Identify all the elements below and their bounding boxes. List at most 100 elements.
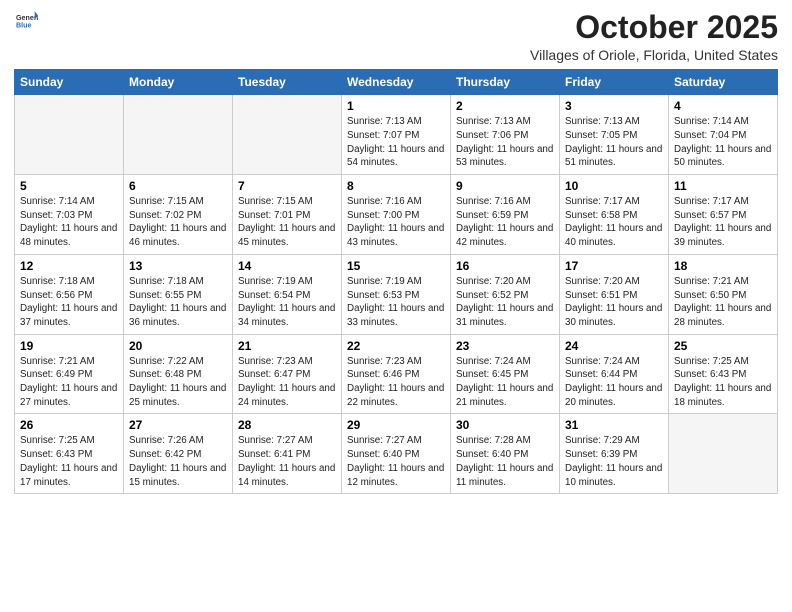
calendar-cell-w3d1: 20 Sunrise: 7:22 AMSunset: 6:48 PMDayligh… xyxy=(124,334,233,414)
calendar-cell-w1d2: 7 Sunrise: 7:15 AMSunset: 7:01 PMDaylight… xyxy=(233,175,342,255)
day-info: Sunrise: 7:24 AMSunset: 6:45 PMDaylight:… xyxy=(456,355,554,410)
day-number: 11 xyxy=(674,179,772,193)
day-info: Sunrise: 7:14 AMSunset: 7:03 PMDaylight:… xyxy=(20,195,118,250)
calendar-cell-w3d0: 19 Sunrise: 7:21 AMSunset: 6:49 PMDayligh… xyxy=(15,334,124,414)
calendar-week-row-4: 26 Sunrise: 7:25 AMSunset: 6:43 PMDayligh… xyxy=(15,414,778,494)
calendar-cell-w4d2: 28 Sunrise: 7:27 AMSunset: 6:41 PMDayligh… xyxy=(233,414,342,494)
calendar-cell-w0d4: 2 Sunrise: 7:13 AMSunset: 7:06 PMDaylight… xyxy=(451,95,560,175)
calendar-week-row-0: 1Sunrise: 7:13 AMSunset: 7:07 PMDaylight… xyxy=(15,95,778,175)
calendar-cell-w4d5: 31 Sunrise: 7:29 AMSunset: 6:39 PMDayligh… xyxy=(560,414,669,494)
calendar-cell-w2d5: 17 Sunrise: 7:20 AMSunset: 6:51 PMDayligh… xyxy=(560,254,669,334)
day-number: 28 xyxy=(238,418,336,432)
day-number: 23 xyxy=(456,339,554,353)
day-info: Sunrise: 7:20 AMSunset: 6:52 PMDaylight:… xyxy=(456,275,554,330)
day-number: 19 xyxy=(20,339,118,353)
day-info: Sunrise: 7:15 AMSunset: 7:02 PMDaylight:… xyxy=(129,195,227,250)
day-info: Sunrise: 7:25 AMSunset: 6:43 PMDaylight:… xyxy=(674,355,772,410)
day-number: 21 xyxy=(238,339,336,353)
day-number: 17 xyxy=(565,259,663,273)
day-number: 5 xyxy=(20,179,118,193)
calendar-cell-w1d5: 10 Sunrise: 7:17 AMSunset: 6:58 PMDayligh… xyxy=(560,175,669,255)
page-container: General Blue October 2025 Villages of Or… xyxy=(0,0,792,502)
header-wednesday: Wednesday xyxy=(342,70,451,95)
day-info: Sunrise: 7:27 AMSunset: 6:40 PMDaylight:… xyxy=(347,434,445,489)
calendar-cell-w3d2: 21Sunrise: 7:23 AMSunset: 6:47 PMDayligh… xyxy=(233,334,342,414)
day-info: Sunrise: 7:27 AMSunset: 6:41 PMDaylight:… xyxy=(238,434,336,489)
day-info: Sunrise: 7:26 AMSunset: 6:42 PMDaylight:… xyxy=(129,434,227,489)
calendar-cell-w1d3: 8 Sunrise: 7:16 AMSunset: 7:00 PMDaylight… xyxy=(342,175,451,255)
calendar-cell-w1d1: 6 Sunrise: 7:15 AMSunset: 7:02 PMDaylight… xyxy=(124,175,233,255)
calendar-cell-w1d0: 5 Sunrise: 7:14 AMSunset: 7:03 PMDaylight… xyxy=(15,175,124,255)
location-title: Villages of Oriole, Florida, United Stat… xyxy=(530,47,778,63)
day-info: Sunrise: 7:16 AMSunset: 7:00 PMDaylight:… xyxy=(347,195,445,250)
calendar-cell-w2d1: 13 Sunrise: 7:18 AMSunset: 6:55 PMDayligh… xyxy=(124,254,233,334)
calendar-week-row-3: 19 Sunrise: 7:21 AMSunset: 6:49 PMDayligh… xyxy=(15,334,778,414)
header: General Blue October 2025 Villages of Or… xyxy=(14,10,778,63)
day-number: 6 xyxy=(129,179,227,193)
day-info: Sunrise: 7:20 AMSunset: 6:51 PMDaylight:… xyxy=(565,275,663,330)
day-info: Sunrise: 7:29 AMSunset: 6:39 PMDaylight:… xyxy=(565,434,663,489)
day-number: 24 xyxy=(565,339,663,353)
header-friday: Friday xyxy=(560,70,669,95)
calendar-week-row-2: 12Sunrise: 7:18 AMSunset: 6:56 PMDayligh… xyxy=(15,254,778,334)
day-number: 16 xyxy=(456,259,554,273)
calendar-cell-w2d0: 12Sunrise: 7:18 AMSunset: 6:56 PMDayligh… xyxy=(15,254,124,334)
day-number: 2 xyxy=(456,99,554,113)
month-title: October 2025 xyxy=(530,10,778,45)
header-thursday: Thursday xyxy=(451,70,560,95)
day-info: Sunrise: 7:17 AMSunset: 6:58 PMDaylight:… xyxy=(565,195,663,250)
day-number: 13 xyxy=(129,259,227,273)
day-number: 27 xyxy=(129,418,227,432)
calendar-cell-w4d3: 29Sunrise: 7:27 AMSunset: 6:40 PMDayligh… xyxy=(342,414,451,494)
calendar-cell-w0d6: 4Sunrise: 7:14 AMSunset: 7:04 PMDaylight… xyxy=(669,95,778,175)
day-number: 15 xyxy=(347,259,445,273)
calendar-week-row-1: 5 Sunrise: 7:14 AMSunset: 7:03 PMDaylight… xyxy=(15,175,778,255)
calendar-cell-w3d4: 23 Sunrise: 7:24 AMSunset: 6:45 PMDayligh… xyxy=(451,334,560,414)
day-info: Sunrise: 7:13 AMSunset: 7:07 PMDaylight:… xyxy=(347,115,445,170)
calendar-cell-w2d2: 14Sunrise: 7:19 AMSunset: 6:54 PMDayligh… xyxy=(233,254,342,334)
day-info: Sunrise: 7:25 AMSunset: 6:43 PMDaylight:… xyxy=(20,434,118,489)
logo: General Blue xyxy=(14,10,38,37)
day-number: 9 xyxy=(456,179,554,193)
day-number: 7 xyxy=(238,179,336,193)
day-number: 25 xyxy=(674,339,772,353)
day-info: Sunrise: 7:22 AMSunset: 6:48 PMDaylight:… xyxy=(129,355,227,410)
day-info: Sunrise: 7:16 AMSunset: 6:59 PMDaylight:… xyxy=(456,195,554,250)
day-info: Sunrise: 7:13 AMSunset: 7:06 PMDaylight:… xyxy=(456,115,554,170)
header-tuesday: Tuesday xyxy=(233,70,342,95)
title-block: October 2025 Villages of Oriole, Florida… xyxy=(530,10,778,63)
header-monday: Monday xyxy=(124,70,233,95)
calendar-cell-w2d4: 16 Sunrise: 7:20 AMSunset: 6:52 PMDayligh… xyxy=(451,254,560,334)
calendar-cell-w0d1 xyxy=(124,95,233,175)
calendar-table: Sunday Monday Tuesday Wednesday Thursday… xyxy=(14,69,778,494)
calendar-cell-w0d5: 3 Sunrise: 7:13 AMSunset: 7:05 PMDaylight… xyxy=(560,95,669,175)
day-info: Sunrise: 7:13 AMSunset: 7:05 PMDaylight:… xyxy=(565,115,663,170)
calendar-cell-w3d6: 25 Sunrise: 7:25 AMSunset: 6:43 PMDayligh… xyxy=(669,334,778,414)
weekday-header-row: Sunday Monday Tuesday Wednesday Thursday… xyxy=(15,70,778,95)
calendar-cell-w4d0: 26 Sunrise: 7:25 AMSunset: 6:43 PMDayligh… xyxy=(15,414,124,494)
calendar-cell-w0d0 xyxy=(15,95,124,175)
logo-icon: General Blue xyxy=(16,10,38,32)
day-info: Sunrise: 7:17 AMSunset: 6:57 PMDaylight:… xyxy=(674,195,772,250)
calendar-cell-w2d6: 18Sunrise: 7:21 AMSunset: 6:50 PMDayligh… xyxy=(669,254,778,334)
day-number: 10 xyxy=(565,179,663,193)
day-number: 26 xyxy=(20,418,118,432)
day-info: Sunrise: 7:28 AMSunset: 6:40 PMDaylight:… xyxy=(456,434,554,489)
calendar-cell-w0d3: 1Sunrise: 7:13 AMSunset: 7:07 PMDaylight… xyxy=(342,95,451,175)
calendar-cell-w4d6 xyxy=(669,414,778,494)
day-info: Sunrise: 7:18 AMSunset: 6:55 PMDaylight:… xyxy=(129,275,227,330)
day-number: 3 xyxy=(565,99,663,113)
svg-text:Blue: Blue xyxy=(16,22,32,30)
calendar-cell-w4d1: 27 Sunrise: 7:26 AMSunset: 6:42 PMDayligh… xyxy=(124,414,233,494)
day-number: 31 xyxy=(565,418,663,432)
calendar-cell-w1d6: 11 Sunrise: 7:17 AMSunset: 6:57 PMDayligh… xyxy=(669,175,778,255)
day-number: 4 xyxy=(674,99,772,113)
day-number: 8 xyxy=(347,179,445,193)
day-info: Sunrise: 7:21 AMSunset: 6:49 PMDaylight:… xyxy=(20,355,118,410)
day-info: Sunrise: 7:24 AMSunset: 6:44 PMDaylight:… xyxy=(565,355,663,410)
calendar-cell-w3d3: 22Sunrise: 7:23 AMSunset: 6:46 PMDayligh… xyxy=(342,334,451,414)
calendar-cell-w3d5: 24 Sunrise: 7:24 AMSunset: 6:44 PMDayligh… xyxy=(560,334,669,414)
day-number: 20 xyxy=(129,339,227,353)
day-info: Sunrise: 7:15 AMSunset: 7:01 PMDaylight:… xyxy=(238,195,336,250)
day-info: Sunrise: 7:21 AMSunset: 6:50 PMDaylight:… xyxy=(674,275,772,330)
